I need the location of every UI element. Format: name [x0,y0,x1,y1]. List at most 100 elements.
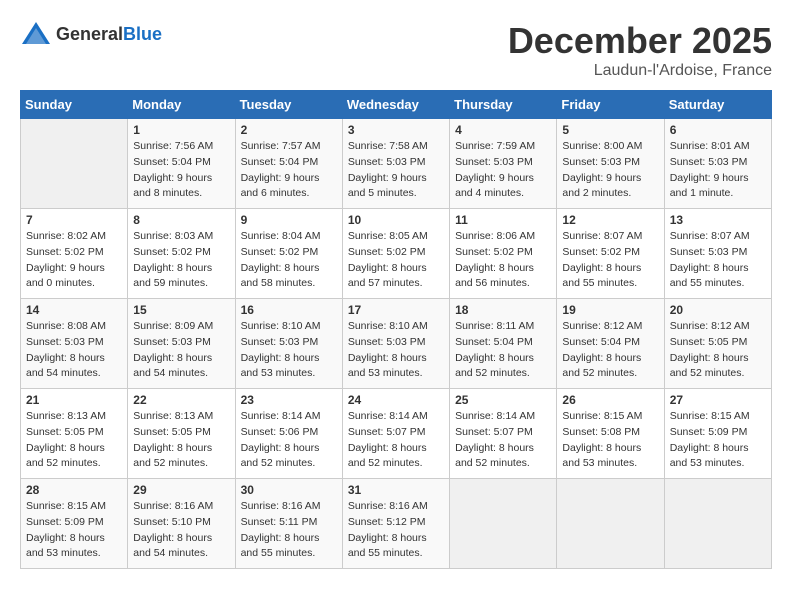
day-number: 27 [670,393,766,407]
day-info: Sunrise: 8:10 AM Sunset: 5:03 PM Dayligh… [348,319,444,382]
calendar-day-cell: 7 Sunrise: 8:02 AM Sunset: 5:02 PM Daylig… [21,209,128,299]
month-title: December 2025 [508,20,772,62]
calendar-day-cell: 3Sunrise: 7:58 AM Sunset: 5:03 PM Daylig… [342,119,449,209]
calendar-day-cell: 9 Sunrise: 8:04 AM Sunset: 5:02 PM Daylig… [235,209,342,299]
day-info: Sunrise: 8:09 AM Sunset: 5:03 PM Dayligh… [133,319,229,382]
day-info: Sunrise: 8:15 AM Sunset: 5:09 PM Dayligh… [670,409,766,472]
day-info: Sunrise: 8:12 AM Sunset: 5:05 PM Dayligh… [670,319,766,382]
day-number: 6 [670,123,766,137]
day-info: Sunrise: 8:15 AM Sunset: 5:09 PM Dayligh… [26,499,122,562]
day-number: 14 [26,303,122,317]
day-info: Sunrise: 8:12 AM Sunset: 5:04 PM Dayligh… [562,319,658,382]
day-info: Sunrise: 8:13 AM Sunset: 5:05 PM Dayligh… [133,409,229,472]
calendar-day-cell: 29Sunrise: 8:16 AM Sunset: 5:10 PM Dayli… [128,479,235,569]
calendar-day-cell: 4 Sunrise: 7:59 AM Sunset: 5:03 PM Daylig… [450,119,557,209]
calendar-day-cell: 6 Sunrise: 8:01 AM Sunset: 5:03 PM Daylig… [664,119,771,209]
day-info: Sunrise: 7:59 AM Sunset: 5:03 PM Dayligh… [455,139,551,202]
day-info: Sunrise: 8:16 AM Sunset: 5:10 PM Dayligh… [133,499,229,562]
calendar-day-cell: 19 Sunrise: 8:12 AM Sunset: 5:04 PM Dayli… [557,299,664,389]
logo: General Blue [20,20,162,48]
day-info: Sunrise: 8:14 AM Sunset: 5:06 PM Dayligh… [241,409,337,472]
day-number: 8 [133,213,229,227]
day-number: 10 [348,213,444,227]
day-info: Sunrise: 8:04 AM Sunset: 5:02 PM Dayligh… [241,229,337,292]
calendar-day-cell [557,479,664,569]
calendar-day-cell: 25 Sunrise: 8:14 AM Sunset: 5:07 PM Dayli… [450,389,557,479]
calendar-day-cell: 20Sunrise: 8:12 AM Sunset: 5:05 PM Dayli… [664,299,771,389]
day-number: 24 [348,393,444,407]
day-number: 7 [26,213,122,227]
day-number: 11 [455,213,551,227]
day-number: 3 [348,123,444,137]
day-info: Sunrise: 8:14 AM Sunset: 5:07 PM Dayligh… [348,409,444,472]
day-number: 28 [26,483,122,497]
calendar-week-row: 1 Sunrise: 7:56 AM Sunset: 5:04 PM Daylig… [21,119,772,209]
day-number: 22 [133,393,229,407]
day-number: 25 [455,393,551,407]
calendar-day-cell: 18Sunrise: 8:11 AM Sunset: 5:04 PM Dayli… [450,299,557,389]
day-number: 31 [348,483,444,497]
day-number: 26 [562,393,658,407]
day-info: Sunrise: 8:01 AM Sunset: 5:03 PM Dayligh… [670,139,766,202]
calendar-week-row: 14 Sunrise: 8:08 AM Sunset: 5:03 PM Dayli… [21,299,772,389]
calendar-day-cell: 1 Sunrise: 7:56 AM Sunset: 5:04 PM Daylig… [128,119,235,209]
day-info: Sunrise: 8:06 AM Sunset: 5:02 PM Dayligh… [455,229,551,292]
logo-blue: Blue [123,25,162,43]
weekday-header: Saturday [664,91,771,119]
day-number: 9 [241,213,337,227]
weekday-header: Friday [557,91,664,119]
calendar-day-cell [450,479,557,569]
day-info: Sunrise: 8:16 AM Sunset: 5:12 PM Dayligh… [348,499,444,562]
calendar-day-cell: 16Sunrise: 8:10 AM Sunset: 5:03 PM Dayli… [235,299,342,389]
calendar-table: SundayMondayTuesdayWednesdayThursdayFrid… [20,90,772,569]
day-number: 2 [241,123,337,137]
day-info: Sunrise: 8:02 AM Sunset: 5:02 PM Dayligh… [26,229,122,292]
day-info: Sunrise: 8:05 AM Sunset: 5:02 PM Dayligh… [348,229,444,292]
day-number: 17 [348,303,444,317]
calendar-day-cell: 14 Sunrise: 8:08 AM Sunset: 5:03 PM Dayli… [21,299,128,389]
weekday-header: Monday [128,91,235,119]
calendar-day-cell: 8 Sunrise: 8:03 AM Sunset: 5:02 PM Daylig… [128,209,235,299]
day-number: 4 [455,123,551,137]
logo-icon [20,20,52,48]
weekday-header: Thursday [450,91,557,119]
page-header: General Blue December 2025 Laudun-l'Ardo… [20,20,772,80]
calendar-day-cell [664,479,771,569]
title-block: December 2025 Laudun-l'Ardoise, France [508,20,772,80]
calendar-day-cell: 5Sunrise: 8:00 AM Sunset: 5:03 PM Daylig… [557,119,664,209]
day-number: 13 [670,213,766,227]
day-number: 15 [133,303,229,317]
calendar-day-cell: 11 Sunrise: 8:06 AM Sunset: 5:02 PM Dayli… [450,209,557,299]
day-info: Sunrise: 8:15 AM Sunset: 5:08 PM Dayligh… [562,409,658,472]
day-info: Sunrise: 8:07 AM Sunset: 5:03 PM Dayligh… [670,229,766,292]
calendar-day-cell: 24 Sunrise: 8:14 AM Sunset: 5:07 PM Dayli… [342,389,449,479]
calendar-day-cell: 15 Sunrise: 8:09 AM Sunset: 5:03 PM Dayli… [128,299,235,389]
day-number: 5 [562,123,658,137]
calendar-day-cell: 12 Sunrise: 8:07 AM Sunset: 5:02 PM Dayli… [557,209,664,299]
day-info: Sunrise: 7:56 AM Sunset: 5:04 PM Dayligh… [133,139,229,202]
day-number: 30 [241,483,337,497]
calendar-day-cell [21,119,128,209]
day-info: Sunrise: 8:10 AM Sunset: 5:03 PM Dayligh… [241,319,337,382]
calendar-day-cell: 31 Sunrise: 8:16 AM Sunset: 5:12 PM Dayli… [342,479,449,569]
day-number: 18 [455,303,551,317]
calendar-day-cell: 26 Sunrise: 8:15 AM Sunset: 5:08 PM Dayli… [557,389,664,479]
day-number: 12 [562,213,658,227]
calendar-day-cell: 22 Sunrise: 8:13 AM Sunset: 5:05 PM Dayli… [128,389,235,479]
logo-general: General [56,25,123,43]
day-info: Sunrise: 8:16 AM Sunset: 5:11 PM Dayligh… [241,499,337,562]
day-info: Sunrise: 8:03 AM Sunset: 5:02 PM Dayligh… [133,229,229,292]
calendar-day-cell: 17 Sunrise: 8:10 AM Sunset: 5:03 PM Dayli… [342,299,449,389]
day-number: 19 [562,303,658,317]
day-info: Sunrise: 8:13 AM Sunset: 5:05 PM Dayligh… [26,409,122,472]
calendar-day-cell: 27 Sunrise: 8:15 AM Sunset: 5:09 PM Dayli… [664,389,771,479]
day-info: Sunrise: 7:57 AM Sunset: 5:04 PM Dayligh… [241,139,337,202]
calendar-day-cell: 30 Sunrise: 8:16 AM Sunset: 5:11 PM Dayli… [235,479,342,569]
day-info: Sunrise: 8:14 AM Sunset: 5:07 PM Dayligh… [455,409,551,472]
day-info: Sunrise: 8:08 AM Sunset: 5:03 PM Dayligh… [26,319,122,382]
calendar-day-cell: 2 Sunrise: 7:57 AM Sunset: 5:04 PM Daylig… [235,119,342,209]
logo-text: General Blue [56,25,162,43]
day-number: 1 [133,123,229,137]
day-number: 23 [241,393,337,407]
day-info: Sunrise: 8:07 AM Sunset: 5:02 PM Dayligh… [562,229,658,292]
